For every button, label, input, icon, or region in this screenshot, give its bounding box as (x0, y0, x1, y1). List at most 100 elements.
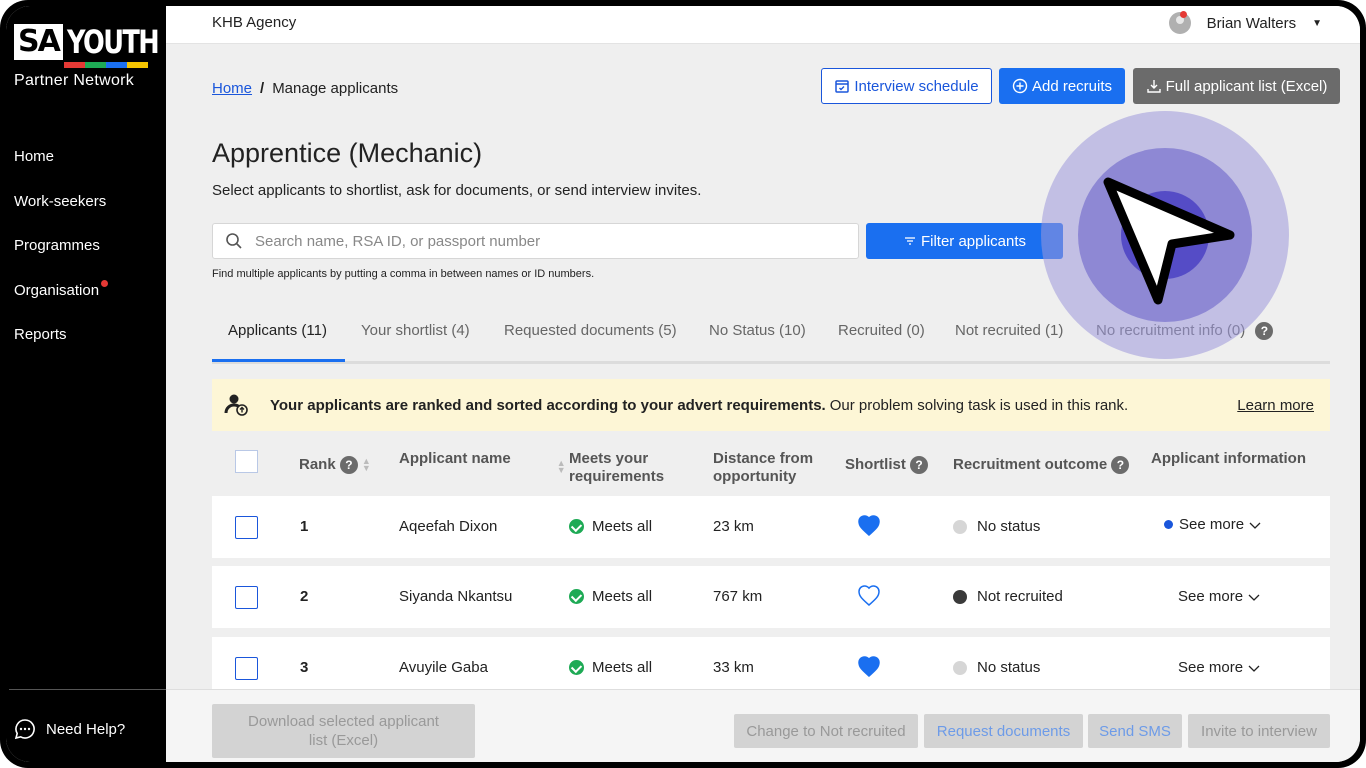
heart-outline-icon (858, 585, 880, 606)
breadcrumb-home-link[interactable]: Home (212, 80, 252, 97)
rank-value: 3 (300, 659, 309, 676)
download-selected-button[interactable]: Download selected applicant list (Excel) (212, 704, 475, 758)
distance-value: 767 km (713, 588, 763, 605)
table-header: Rank ? ▲ ▼ Applicant name ▲ ▼ Meets your requ… (212, 436, 1330, 492)
question-icon[interactable]: ? (339, 456, 358, 475)
banner-bold-text: Your applicants are ranked and sorted ac… (270, 396, 826, 414)
new-indicator-dot (1164, 520, 1173, 529)
tab-your-shortlist[interactable]: Your shortlist (4) (361, 322, 470, 339)
button-label: Change to Not recruited (746, 722, 906, 740)
search-input[interactable] (255, 232, 835, 250)
send-sms-button[interactable]: Send SMS (1088, 714, 1182, 748)
page-title: Apprentice (Mechanic) (212, 138, 483, 168)
logo-youth: YOUTH (66, 23, 160, 61)
banner-text: Our problem solving task is used in this… (829, 396, 1129, 414)
question-icon[interactable]: ? (1255, 322, 1274, 341)
bulk-action-bar: Download selected applicant list (Excel)… (166, 689, 1360, 762)
user-menu[interactable]: Brian Walters ▼ (1168, 12, 1322, 34)
breadcrumb: Home / Manage applicants (212, 80, 398, 97)
logo-stripe (64, 62, 148, 68)
button-label: Send SMS (1099, 722, 1171, 740)
status-label: Not recruited (977, 588, 1063, 605)
sidebar-item-programmes[interactable]: Programmes (14, 235, 106, 280)
device-frame: SA YOUTH Partner Network Home Work-seeke… (0, 0, 1366, 768)
need-help-button[interactable]: Need Help? (14, 718, 125, 740)
meets-requirements: Meets all (569, 588, 652, 605)
tab-not-recruited[interactable]: Not recruited (1) (955, 322, 1063, 339)
row-checkbox[interactable] (235, 586, 258, 609)
applicant-name[interactable]: Siyanda Nkantsu (399, 588, 512, 605)
filter-applicants-button[interactable]: Filter applicants (866, 223, 1063, 259)
header-applicant-information: Applicant information (1151, 450, 1306, 467)
table-row: 1 Aqeefah Dixon Meets all 23 km No statu… (212, 496, 1330, 558)
header-label: Rank (299, 456, 336, 473)
shortlist-toggle[interactable] (857, 514, 881, 536)
tab-no-recruitment-info[interactable]: No recruitment info (0) ? (1096, 322, 1274, 341)
search-box (212, 223, 859, 259)
recruitment-outcome[interactable]: No status (953, 518, 1040, 535)
header-label: Recruitment outcome (953, 456, 1108, 473)
row-checkbox[interactable] (235, 516, 258, 539)
status-label: No status (977, 659, 1041, 676)
check-circle-icon (569, 660, 584, 675)
status-dot (953, 519, 967, 534)
breadcrumb-current: Manage applicants (272, 80, 399, 97)
tab-recruited[interactable]: Recruited (0) (838, 322, 925, 339)
sort-icon: ▲ ▼ (361, 456, 371, 474)
sidebar-item-label: Organisation (14, 281, 100, 299)
shortlist-toggle[interactable] (857, 584, 881, 606)
button-label: Invite to interview (1201, 722, 1317, 740)
applicant-name[interactable]: Aqeefah Dixon (399, 518, 497, 535)
change-not-recruited-button[interactable]: Change to Not recruited (734, 714, 918, 748)
top-bar: KHB Agency Brian Walters ▼ (166, 6, 1360, 44)
tab-applicants[interactable]: Applicants (11) (228, 322, 327, 339)
header-distance: Distance from opportunity (713, 450, 813, 486)
question-icon[interactable]: ? (910, 456, 929, 475)
sidebar-item-organisation[interactable]: Organisation (14, 279, 109, 325)
sidebar-divider (9, 689, 166, 690)
recruitment-outcome[interactable]: Not recruited (953, 588, 1063, 605)
learn-more-link[interactable]: Learn more (1237, 397, 1314, 414)
rank-value: 1 (300, 518, 309, 535)
header-rank[interactable]: Rank ? ▲ ▼ (299, 456, 371, 475)
chevron-down-icon (1248, 594, 1260, 601)
see-more-button[interactable]: See more (1178, 659, 1261, 676)
need-help-label: Need Help? (46, 720, 126, 738)
see-more-button[interactable]: See more (1178, 588, 1261, 605)
row-checkbox[interactable] (235, 657, 258, 680)
filter-applicants-label: Filter applicants (920, 232, 1027, 250)
sidebar-item-home[interactable]: Home (14, 146, 106, 191)
interview-schedule-button[interactable]: Interview schedule (821, 68, 992, 104)
sidebar-item-work-seekers[interactable]: Work-seekers (14, 191, 106, 236)
header-applicant-name[interactable]: Applicant name ▲ ▼ (399, 450, 566, 475)
add-recruits-label: Add recruits (1031, 77, 1113, 95)
sidebar-item-label: Home (14, 148, 55, 165)
header-shortlist: Shortlist ? (845, 456, 929, 475)
logo-sa: SA (14, 24, 63, 60)
chevron-down-icon: ▼ (1312, 17, 1322, 29)
shortlist-toggle[interactable] (857, 655, 881, 677)
see-more-button[interactable]: See more (1164, 516, 1262, 533)
select-all-checkbox[interactable] (235, 450, 258, 473)
tab-no-status[interactable]: No Status (10) (709, 322, 806, 339)
tab-requested-documents[interactable]: Requested documents (5) (504, 322, 677, 339)
search-icon (226, 233, 242, 249)
active-tab-indicator (212, 359, 345, 362)
sidebar-item-reports[interactable]: Reports (14, 324, 106, 369)
notification-dot (101, 279, 109, 287)
full-applicant-list-button[interactable]: Full applicant list (Excel) (1133, 68, 1340, 104)
see-more-label: See more (1179, 516, 1245, 533)
meets-requirements: Meets all (569, 659, 652, 676)
plus-circle-icon (1012, 78, 1028, 94)
brand-logo[interactable]: SA YOUTH Partner Network (14, 24, 159, 90)
status-label: No status (977, 518, 1041, 535)
chevron-down-icon (1248, 665, 1260, 672)
question-icon[interactable]: ? (1111, 456, 1130, 475)
add-recruits-button[interactable]: Add recruits (999, 68, 1125, 104)
check-circle-icon (569, 589, 584, 604)
recruitment-outcome[interactable]: No status (953, 659, 1040, 676)
rank-value: 2 (300, 588, 309, 605)
applicant-name[interactable]: Avuyile Gaba (399, 659, 488, 676)
request-documents-button[interactable]: Request documents (924, 714, 1083, 748)
invite-to-interview-button[interactable]: Invite to interview (1188, 714, 1330, 748)
